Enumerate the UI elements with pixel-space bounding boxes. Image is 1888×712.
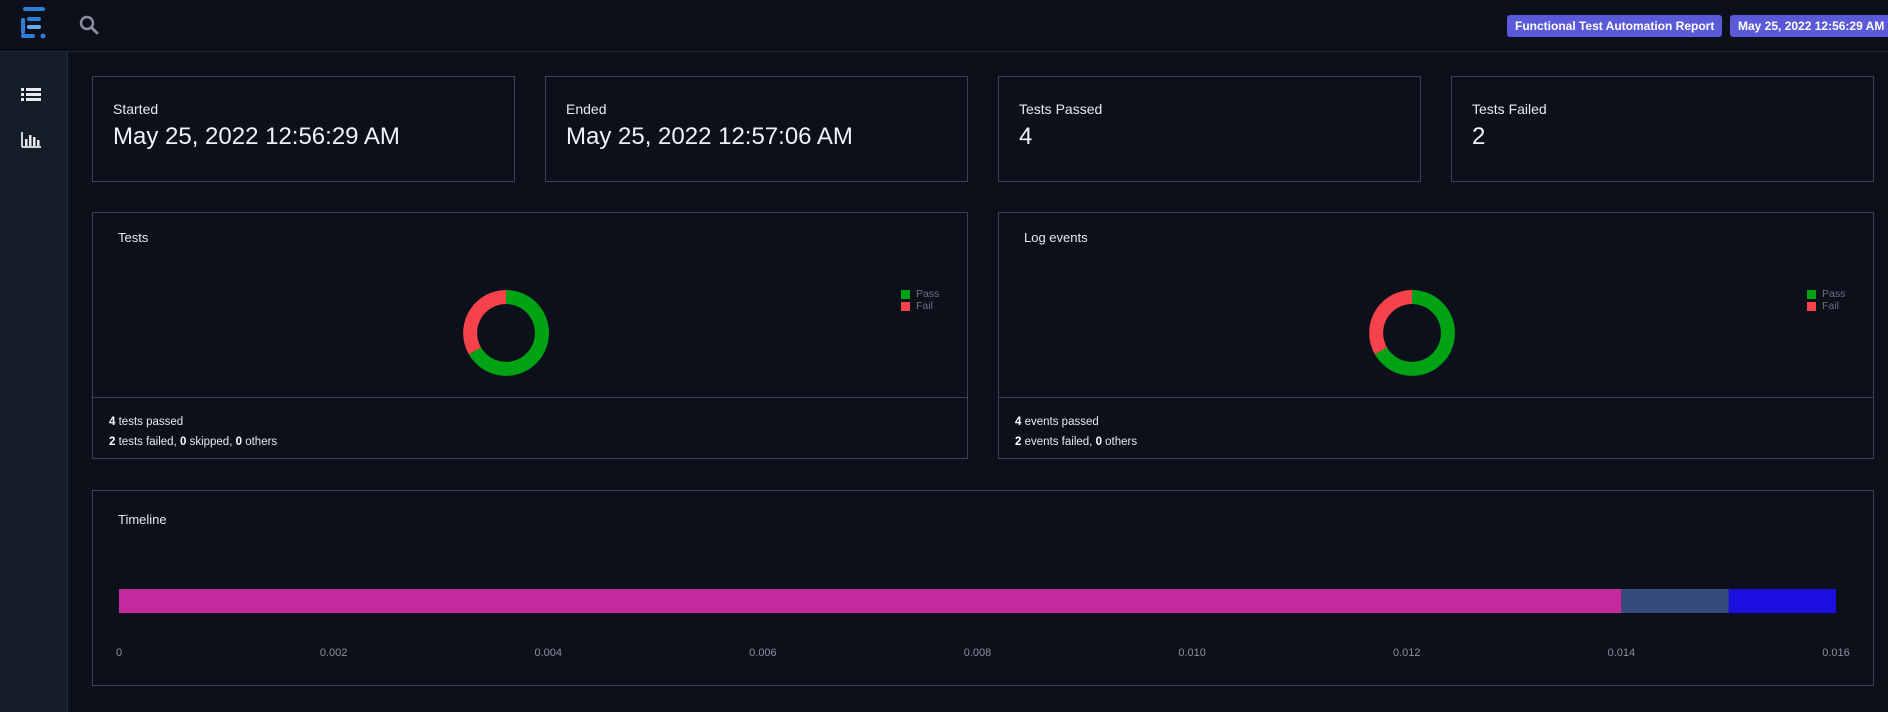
report-date-badge: May 25, 2022 12:56:29 AM [1730, 15, 1888, 37]
started-label: Started [113, 101, 159, 117]
tests-failed-value: 2 [1472, 123, 1486, 150]
timeline-tick-label: 0.002 [319, 647, 348, 659]
tests-failed-label: Tests Failed [1472, 101, 1547, 117]
ended-label: Ended [566, 101, 607, 117]
timeline-tick-label: 0.016 [1822, 647, 1850, 659]
fail-swatch [1807, 301, 1816, 311]
bar-chart-icon[interactable] [20, 130, 42, 150]
timeline-tick-label: 0.012 [1392, 647, 1421, 659]
events-legend: Pass Fail [1807, 288, 1845, 312]
ended-value: May 25, 2022 12:57:06 AM [566, 123, 853, 150]
fail-swatch [901, 301, 910, 311]
timeline-segment-2[interactable] [1621, 589, 1729, 613]
tests-passed-text: tests passed [115, 416, 184, 428]
started-card: Started May 25, 2022 12:56:29 AM [92, 76, 515, 182]
events-others-text: others [1101, 436, 1138, 448]
tests-skipped-text: skipped, [186, 436, 236, 448]
tests-panel: Tests Pass Fail 4 tests passed 2 tests f… [92, 212, 968, 459]
tests-passed-label: Tests Passed [1019, 101, 1103, 117]
events-failed-text: events failed, [1021, 436, 1096, 448]
tests-failed-card: Tests Failed 2 [1451, 76, 1874, 182]
tests-legend: Pass Fail [901, 288, 939, 312]
tests-summary: 4 tests passed 2 tests failed, 0 skipped… [93, 397, 967, 458]
list-icon[interactable] [20, 85, 42, 105]
ended-card: Ended May 25, 2022 12:57:06 AM [545, 76, 968, 182]
tests-slice-fail[interactable] [463, 290, 507, 355]
events-slice-fail[interactable] [1369, 290, 1413, 355]
sidebar [0, 52, 68, 712]
tests-passed-card: Tests Passed 4 [998, 76, 1421, 182]
timeline-panel: Timeline 0 0.002 0.004 0.006 0.008 0.010 0.012… [92, 490, 1874, 686]
legend-item-pass[interactable]: Pass [1807, 288, 1845, 300]
legend-item-fail[interactable]: Fail [1807, 300, 1845, 312]
timeline-tick-label: 0 [115, 647, 123, 659]
pass-swatch [1807, 289, 1816, 299]
report-title-badge: Functional Test Automation Report [1507, 15, 1723, 37]
events-passed-text: events passed [1021, 416, 1099, 428]
log-events-panel: Log events Pass Fail 4 events passed 2 e… [998, 212, 1874, 459]
timeline-tick-label: 0.014 [1607, 647, 1636, 659]
tests-others-text: others [242, 436, 278, 448]
logo-icon[interactable] [21, 7, 47, 41]
legend-fail-label: Fail [916, 300, 933, 312]
timeline-tick-label: 0.010 [1178, 647, 1206, 659]
legend-item-pass[interactable]: Pass [901, 288, 939, 300]
legend-pass-label: Pass [1822, 288, 1846, 300]
timeline-segment-1[interactable] [119, 589, 1622, 613]
timeline-chart [119, 589, 1836, 613]
timeline-tick-label: 0.004 [534, 647, 563, 659]
top-bar: Functional Test Automation Report May 25… [0, 0, 1888, 52]
events-summary: 4 events passed 2 events failed, 0 other… [999, 397, 1873, 458]
tests-failed-text: tests failed, [115, 436, 180, 448]
timeline-tick-label: 0.008 [963, 647, 992, 659]
timeline-tick-label: 0.006 [749, 647, 777, 659]
events-donut-chart [1369, 290, 1455, 376]
timeline-segment-3[interactable] [1728, 589, 1836, 613]
legend-item-fail[interactable]: Fail [901, 300, 939, 312]
tests-donut-chart [463, 290, 549, 376]
search-icon[interactable] [78, 14, 100, 36]
legend-fail-label: Fail [1822, 300, 1839, 312]
started-value: May 25, 2022 12:56:29 AM [113, 123, 400, 150]
tests-passed-value: 4 [1019, 123, 1033, 150]
pass-swatch [901, 289, 910, 299]
legend-pass-label: Pass [916, 288, 940, 300]
